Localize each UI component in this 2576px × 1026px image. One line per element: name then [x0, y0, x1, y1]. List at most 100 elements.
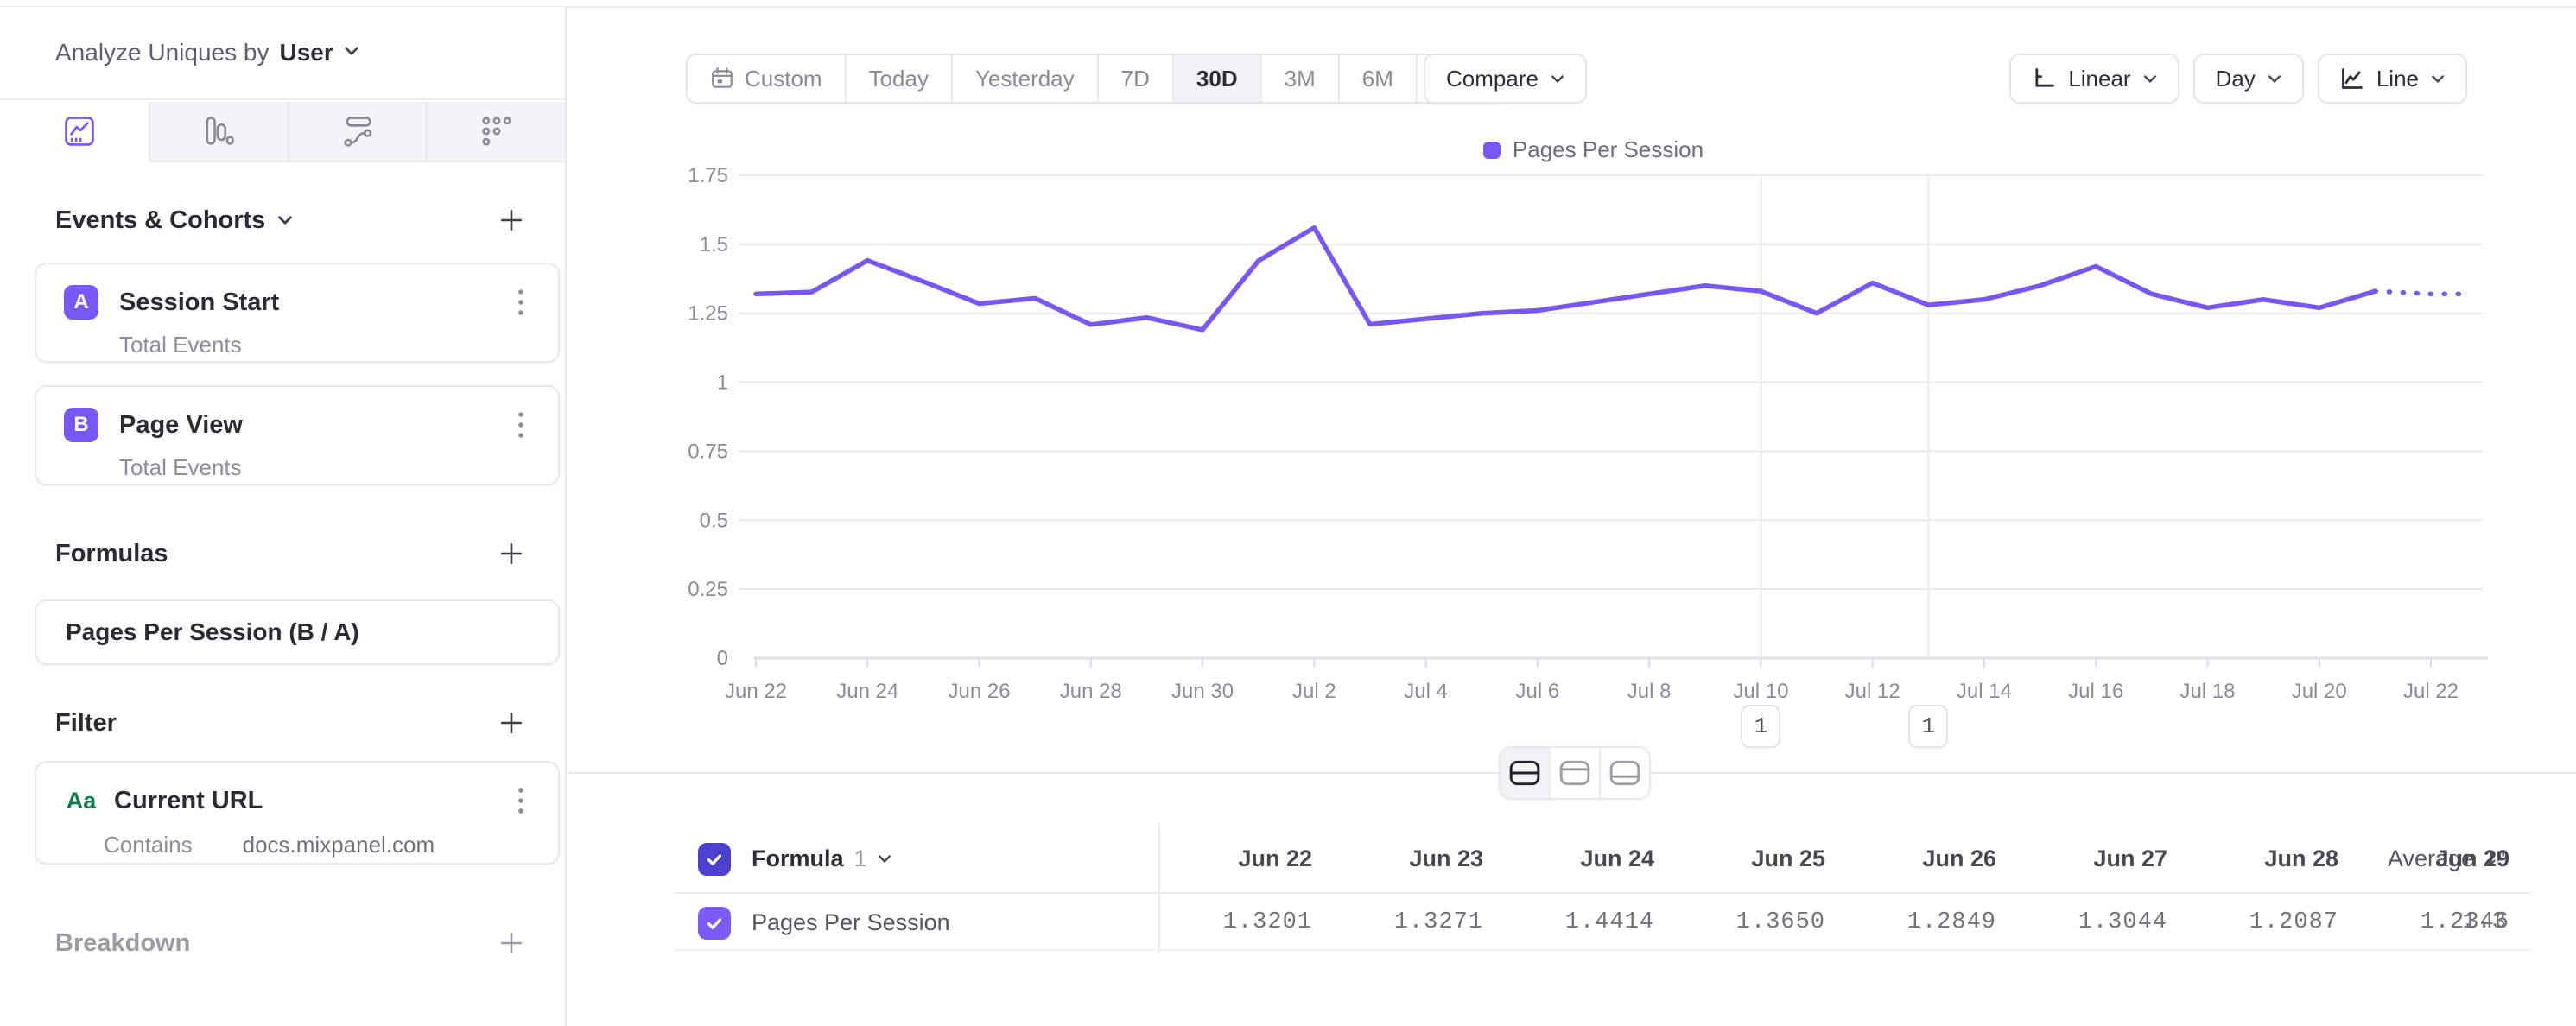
tab-flows[interactable] [289, 102, 428, 162]
series-checkbox[interactable] [698, 907, 731, 940]
svg-text:1: 1 [717, 371, 728, 395]
check-icon [705, 852, 724, 867]
events-section-title[interactable]: Events & Cohorts [55, 206, 293, 235]
svg-text:Jun 28: Jun 28 [1060, 680, 1122, 703]
range-today[interactable]: Today [847, 55, 953, 102]
date-column-header: Jun 24 [1501, 825, 1672, 892]
filter-property-name: Current URL [114, 787, 508, 815]
tab-retention[interactable] [428, 102, 565, 162]
chevron-down-icon [878, 854, 891, 864]
svg-text:Jul 16: Jul 16 [2068, 680, 2123, 703]
range-custom[interactable]: Custom [688, 55, 847, 102]
event-name: Session Start [119, 288, 508, 317]
annotation-badge[interactable]: 1 [1741, 705, 1780, 748]
svg-text:Jul 8: Jul 8 [1627, 680, 1672, 703]
event-letter-badge: A [64, 285, 98, 320]
add-breakdown-button[interactable] [496, 928, 527, 959]
table-only-button[interactable] [1601, 748, 1649, 798]
analyze-value-dropdown[interactable]: User [279, 39, 333, 66]
plus-icon [498, 930, 524, 956]
svg-text:Jul 2: Jul 2 [1292, 680, 1336, 703]
filter-section-title: Filter [55, 709, 117, 738]
range-3m[interactable]: 3M [1262, 55, 1340, 102]
line-chart: Pages Per Session 00.250.50.7511.251.51.… [568, 112, 2576, 769]
svg-text:0: 0 [717, 647, 728, 670]
date-column-header: Jun 22 [1158, 825, 1329, 892]
kebab-menu-icon[interactable] [508, 410, 534, 440]
event-name: Page View [119, 411, 508, 440]
svg-text:1.25: 1.25 [688, 302, 728, 326]
svg-text:Jun 30: Jun 30 [1171, 680, 1234, 703]
interval-label: Day [2216, 66, 2256, 92]
range-yesterday[interactable]: Yesterday [953, 55, 1099, 102]
event-card[interactable]: B Page View Total Events [35, 385, 560, 485]
svg-text:Jun 26: Jun 26 [949, 680, 1011, 703]
event-letter-badge: B [64, 408, 98, 442]
split-view-button[interactable] [1501, 748, 1551, 798]
filter-card[interactable]: Aa Current URL Containsdocs.mixpanel.com [35, 761, 560, 864]
kebab-menu-icon[interactable] [508, 288, 534, 317]
date-column-header: Jun 27 [2014, 825, 2185, 892]
svg-text:1.75: 1.75 [688, 164, 728, 187]
range-6m[interactable]: 6M [1340, 55, 1418, 102]
value-cell: 1.3650 [1672, 896, 1843, 949]
tab-funnels[interactable] [150, 102, 289, 162]
svg-text:0.25: 0.25 [688, 578, 728, 601]
svg-text:Jul 10: Jul 10 [1733, 680, 1788, 703]
event-card[interactable]: A Session Start Total Events [35, 263, 560, 363]
range-30d[interactable]: 30D [1174, 55, 1262, 102]
breakdown-section-title: Breakdown [55, 929, 190, 958]
date-column-headers: Jun 22Jun 23Jun 24Jun 25Jun 26Jun 27Jun … [1158, 825, 2527, 892]
series-name: Pages Per Session [752, 896, 950, 949]
chevron-down-icon [277, 215, 293, 225]
filter-condition: Containsdocs.mixpanel.com [104, 832, 435, 858]
plus-icon [498, 207, 524, 233]
insights-icon [61, 113, 98, 149]
value-cell: 1.2849 [1843, 896, 2014, 949]
insights-report-page: Analyze Uniques by User Events & Cohorts… [0, 0, 2576, 1026]
analyze-header: Analyze Uniques by User [0, 7, 565, 100]
calendar-icon [710, 66, 734, 91]
formula-card[interactable]: Pages Per Session (B / A) [35, 599, 560, 665]
formula-group-dropdown[interactable]: Formula 1 [752, 825, 891, 892]
table-only-icon [1608, 758, 1641, 788]
value-cell: 1.3271 [1329, 896, 1501, 949]
add-filter-button[interactable] [496, 707, 527, 738]
date-column-header: Jun 23 [1329, 825, 1501, 892]
scale-button[interactable]: Linear [2009, 54, 2179, 104]
add-event-button[interactable] [496, 205, 527, 236]
compare-button[interactable]: Compare [1424, 54, 1587, 104]
kebab-menu-icon[interactable] [508, 786, 534, 815]
event-measure[interactable]: Total Events [119, 332, 242, 358]
chart-type-button[interactable]: Line [2318, 54, 2467, 104]
chevron-down-icon[interactable] [344, 45, 359, 60]
table-row: Pages Per Session 1.3 1.32011.32711.4414… [674, 896, 2531, 951]
add-formula-button[interactable] [496, 538, 527, 569]
retention-icon [479, 113, 515, 149]
value-cell: 1.3044 [2014, 896, 2185, 949]
analyze-label: Analyze Uniques by [55, 39, 269, 66]
select-all-checkbox[interactable] [698, 843, 731, 876]
chevron-down-icon [2268, 74, 2281, 84]
range-7d[interactable]: 7D [1099, 55, 1174, 102]
tab-insights[interactable] [11, 102, 150, 162]
chart-only-button[interactable] [1551, 748, 1601, 798]
event-measure[interactable]: Total Events [119, 454, 242, 481]
chevron-down-icon [2143, 74, 2157, 84]
date-range-selector: CustomTodayYesterday7D30D3M6M12M [686, 54, 1507, 104]
annotation-badge[interactable]: 1 [1908, 705, 1948, 748]
legend-item[interactable]: Pages Per Session [1483, 136, 1704, 163]
chart-plot-area: 00.250.50.7511.251.51.75Jun 22Jun 24Jun … [568, 112, 2576, 769]
table-header-row: Formula 1 Average Jun 22Jun 23Jun 24Jun … [674, 825, 2531, 894]
legend-label: Pages Per Session [1513, 136, 1704, 163]
check-icon [705, 915, 724, 931]
svg-text:Jul 6: Jul 6 [1516, 680, 1560, 703]
interval-button[interactable]: Day [2193, 54, 2304, 104]
funnels-icon [200, 113, 237, 149]
date-column-header: Jun 28 [2185, 825, 2356, 892]
formula-group-label: Formula [752, 846, 844, 872]
value-cell: 1.2346 [2356, 896, 2527, 949]
svg-text:1.5: 1.5 [700, 233, 728, 256]
formula-group-number: 1 [854, 846, 867, 872]
filter-card-list: Aa Current URL Containsdocs.mixpanel.com [35, 761, 560, 864]
